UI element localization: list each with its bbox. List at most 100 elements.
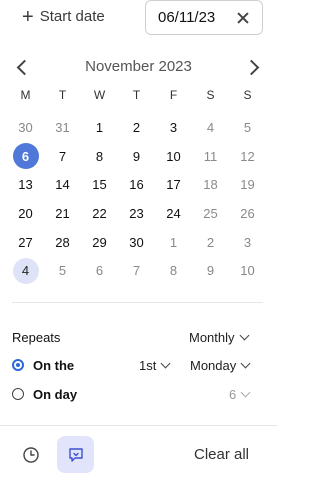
weekday-label: S (243, 88, 252, 102)
calendar-day[interactable]: 30 (7, 113, 44, 142)
calendar-day[interactable]: 17 (155, 170, 192, 199)
day-number: 23 (129, 205, 144, 221)
calendar-day[interactable]: 23 (118, 199, 155, 228)
day-number: 4 (206, 119, 215, 135)
calendar-day[interactable]: 7 (118, 256, 155, 285)
calendar-day[interactable]: 24 (155, 199, 192, 228)
calendar-day[interactable]: 4 (7, 256, 44, 285)
repeats-row: Repeats Monthly (0, 328, 277, 348)
month-navigation: November 2023 (0, 54, 277, 80)
ordinal-dropdown[interactable]: 1st (139, 358, 171, 373)
calendar-day[interactable]: 19 (229, 170, 266, 199)
day-number: 8 (95, 148, 104, 164)
day-number: 3 (243, 234, 252, 250)
day-number: 14 (55, 177, 70, 193)
day-number: 1 (95, 119, 104, 135)
clear-date-icon[interactable] (236, 11, 250, 25)
day-number: 28 (55, 234, 70, 250)
calendar-day[interactable]: 18 (192, 170, 229, 199)
calendar-day[interactable]: 15 (81, 170, 118, 199)
on-the-radio[interactable] (12, 359, 24, 371)
chevron-down-icon (239, 330, 249, 341)
history-button[interactable] (12, 436, 49, 473)
weekday-label: W (93, 88, 106, 102)
weekday-dropdown[interactable]: Monday (190, 358, 251, 373)
calendar-day[interactable]: 14 (44, 170, 81, 199)
calendar-day[interactable]: 9 (118, 142, 155, 171)
calendar-day[interactable]: 6 (7, 142, 44, 171)
calendar-day[interactable]: 22 (81, 199, 118, 228)
weekday-label: F (169, 88, 178, 102)
on-day-radio[interactable] (12, 388, 24, 400)
day-number: 21 (55, 205, 70, 221)
day-number: 9 (206, 263, 215, 279)
calendar-day[interactable]: 2 (118, 113, 155, 142)
clear-all-button[interactable]: Clear all (194, 446, 249, 463)
chevron-down-icon (240, 358, 251, 369)
calendar-day[interactable]: 30 (118, 228, 155, 257)
divider (12, 302, 263, 303)
calendar-day[interactable]: 16 (118, 170, 155, 199)
calendar-day[interactable]: 7 (44, 142, 81, 171)
calendar-day[interactable]: 31 (44, 113, 81, 142)
calendar-day[interactable]: 21 (44, 199, 81, 228)
add-start-date-button[interactable]: + Start date (22, 7, 105, 27)
message-icon (68, 447, 83, 462)
day-number: 6 (21, 148, 30, 164)
ordinal-value: 1st (139, 358, 157, 373)
day-number: 17 (166, 177, 181, 193)
calendar-day[interactable]: 1 (155, 228, 192, 257)
weekday-header: M T W T F S S (7, 88, 266, 102)
next-month-button[interactable] (243, 57, 263, 77)
weekday-value: Monday (190, 358, 237, 373)
calendar-day[interactable]: 3 (155, 113, 192, 142)
calendar-day[interactable]: 9 (192, 256, 229, 285)
day-dropdown[interactable]: 6 (229, 387, 251, 402)
calendar-day[interactable]: 13 (7, 170, 44, 199)
day-number: 22 (92, 205, 107, 221)
day-number: 19 (240, 177, 255, 193)
day-number: 24 (166, 205, 181, 221)
calendar-day[interactable]: 3 (229, 228, 266, 257)
calendar-day[interactable]: 20 (7, 199, 44, 228)
calendar-grid: 30 31 1 2 3 4 5 6 7 8 9 10 11 12 13 14 15 16 17 18 19 20 21 22 2… (7, 113, 266, 285)
calendar-day[interactable]: 27 (7, 228, 44, 257)
day-number: 5 (58, 263, 67, 279)
day-number: 2 (206, 234, 215, 250)
reminder-button[interactable] (57, 436, 94, 473)
chevron-down-icon (240, 387, 251, 398)
calendar-day[interactable]: 25 (192, 199, 229, 228)
calendar-day[interactable]: 8 (155, 256, 192, 285)
day-number: 13 (18, 177, 33, 193)
day-number: 9 (132, 148, 141, 164)
day-number: 26 (240, 205, 255, 221)
day-number: 30 (129, 234, 144, 250)
calendar-day[interactable]: 29 (81, 228, 118, 257)
calendar-day[interactable]: 2 (192, 228, 229, 257)
day-number: 2 (132, 119, 141, 135)
calendar-day[interactable]: 6 (81, 256, 118, 285)
calendar-day[interactable]: 12 (229, 142, 266, 171)
day-number: 10 (240, 263, 255, 279)
calendar-day[interactable]: 4 (192, 113, 229, 142)
day-number: 7 (132, 263, 141, 279)
calendar-day[interactable]: 1 (81, 113, 118, 142)
calendar-day[interactable]: 5 (44, 256, 81, 285)
due-date-field[interactable]: 06/11/23 (145, 0, 263, 35)
due-date-value[interactable]: 06/11/23 (158, 9, 215, 26)
day-number: 11 (203, 148, 218, 164)
frequency-value: Monthly (189, 330, 235, 345)
day-number: 20 (18, 205, 33, 221)
calendar-day[interactable]: 10 (229, 256, 266, 285)
calendar-day[interactable]: 11 (192, 142, 229, 171)
weekday-label: S (206, 88, 215, 102)
chevron-down-icon (160, 358, 171, 369)
frequency-dropdown[interactable]: Monthly (189, 330, 249, 345)
calendar-day[interactable]: 10 (155, 142, 192, 171)
calendar-day[interactable]: 8 (81, 142, 118, 171)
day-number: 12 (240, 148, 255, 164)
day-number: 31 (55, 119, 70, 135)
calendar-day[interactable]: 26 (229, 199, 266, 228)
calendar-day[interactable]: 28 (44, 228, 81, 257)
calendar-day[interactable]: 5 (229, 113, 266, 142)
